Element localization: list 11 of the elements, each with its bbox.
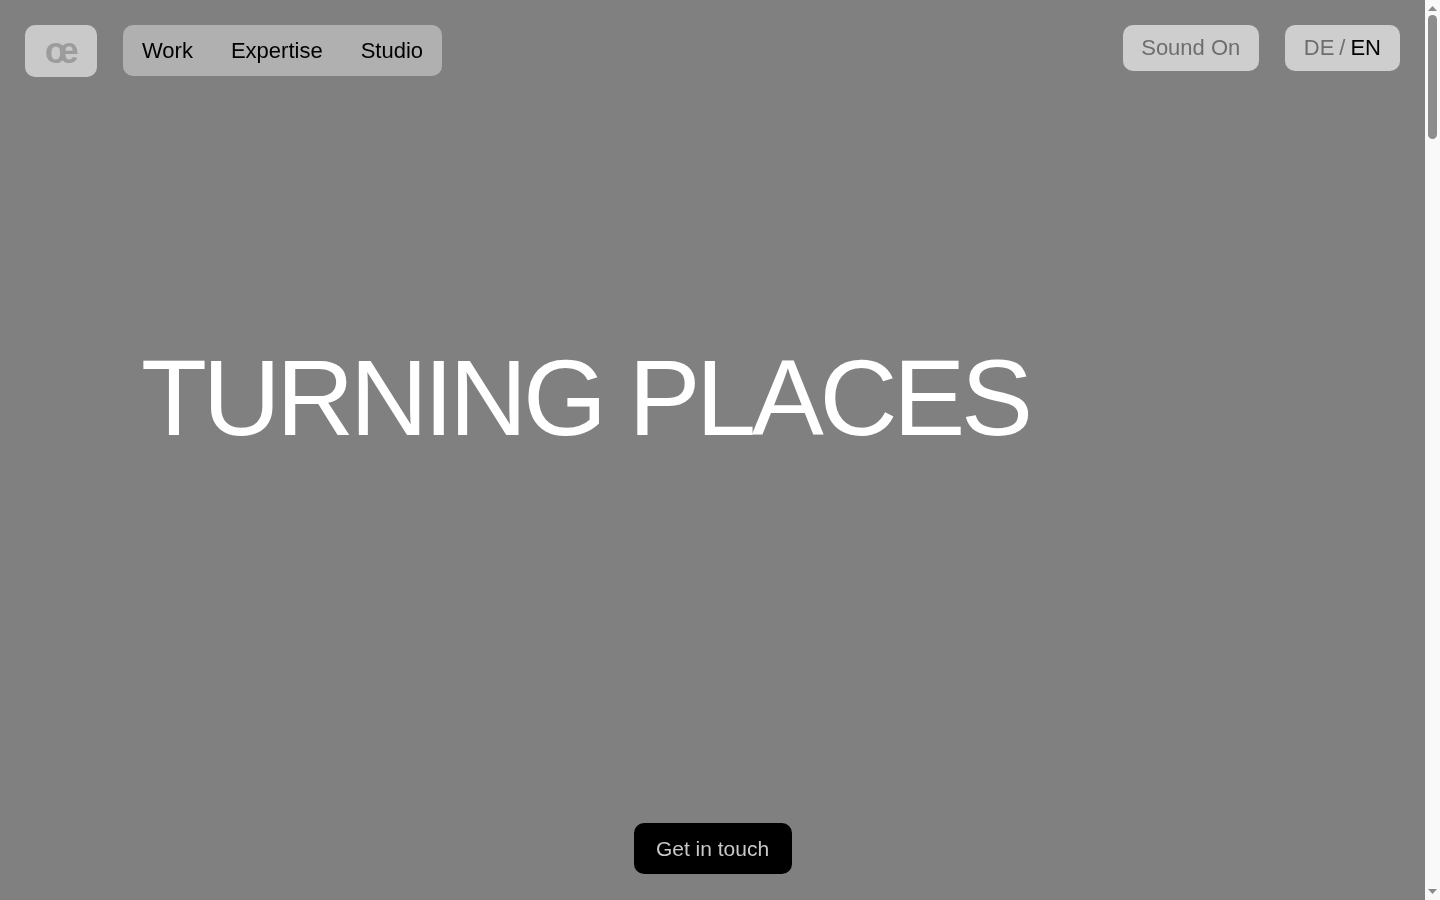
nav-link[interactable]: Expertise — [230, 39, 323, 62]
separator-text: / — [1339, 37, 1346, 59]
language-option[interactable]: EN — [1350, 37, 1381, 59]
scroll-up-icon[interactable] — [1428, 6, 1437, 11]
scrollbar[interactable] — [1425, 0, 1440, 900]
scroll-thumb[interactable] — [1428, 15, 1437, 139]
get-in-touch-button[interactable]: Get in touch — [633, 823, 792, 874]
nav-link[interactable]: Work — [142, 39, 193, 62]
hero-title: TURNING PLACES — [141, 344, 1029, 452]
nav-link[interactable]: Studio — [360, 39, 424, 62]
scroll-down-icon[interactable] — [1428, 889, 1437, 894]
